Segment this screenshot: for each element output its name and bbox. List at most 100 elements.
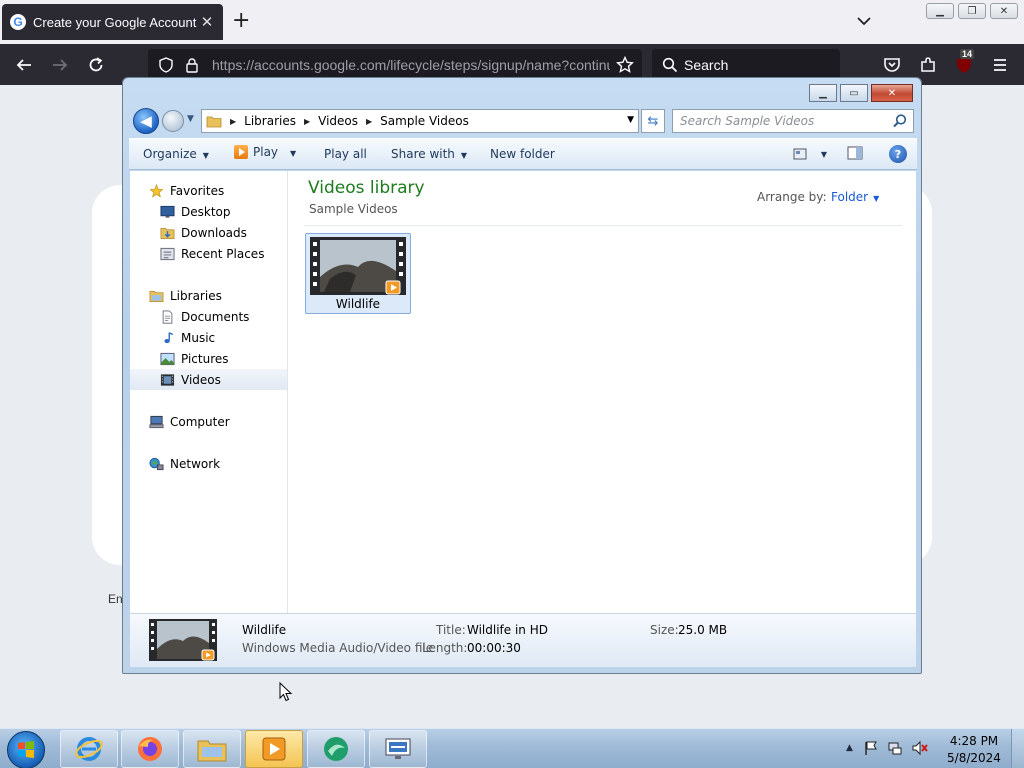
pictures-icon — [160, 352, 175, 365]
nav-item-favorites[interactable]: Favorites — [130, 180, 287, 201]
remote-desktop-icon — [385, 738, 411, 759]
window-controls: ▁ ▭ ✕ — [809, 84, 913, 102]
details-title-value[interactable]: Wildlife in HD — [467, 623, 548, 637]
play-all-button[interactable]: Play all — [324, 147, 367, 161]
search-input[interactable]: Search Sample Videos — [672, 109, 914, 133]
extension-badge: 14 — [960, 49, 975, 59]
close-icon[interactable]: ✕ — [990, 3, 1018, 19]
extensions-icon[interactable] — [917, 54, 939, 76]
nav-item-music[interactable]: Music — [130, 327, 287, 348]
pocket-icon[interactable] — [881, 54, 903, 76]
breadcrumb-videos[interactable]: Videos — [318, 114, 358, 128]
start-button[interactable] — [7, 731, 45, 768]
libraries-icon — [149, 290, 164, 302]
maximize-icon[interactable]: ▭ — [840, 84, 868, 102]
arrange-by-dropdown[interactable]: Folder ▼ — [831, 190, 879, 204]
browser-tab[interactable]: G Create your Google Account ✕ — [2, 4, 223, 40]
firefox-button[interactable] — [121, 730, 179, 768]
chevron-down-icon: ▼ — [873, 194, 880, 203]
back-arrow-icon[interactable] — [13, 54, 35, 76]
taskbar: ▲ 4:28 PM 5/8/2024 — [0, 728, 1024, 768]
menu-icon[interactable] — [989, 54, 1011, 76]
taskbar-clock[interactable]: 4:28 PM 5/8/2024 — [938, 733, 1010, 767]
nav-item-desktop[interactable]: Desktop — [130, 201, 287, 222]
play-button[interactable]: Play ▼ — [234, 145, 296, 159]
app-button[interactable] — [307, 730, 365, 768]
nav-item-network[interactable]: Network — [130, 453, 287, 474]
documents-icon — [162, 309, 173, 324]
internet-explorer-button[interactable] — [60, 730, 118, 768]
speaker-muted-icon[interactable] — [911, 740, 929, 756]
chevron-down-icon: ▼ — [460, 151, 468, 160]
command-bar: Organize ▼ Play ▼ Play all Share with ▼ New… — [129, 138, 917, 170]
restore-icon[interactable]: ❐ — [958, 3, 986, 19]
help-icon[interactable]: ? — [889, 145, 907, 163]
chevron-down-icon[interactable] — [855, 12, 873, 30]
share-with-button[interactable]: Share with ▼ — [391, 147, 467, 161]
page-language-text: En — [108, 592, 123, 606]
clock-time: 4:28 PM — [949, 734, 999, 748]
browser-tab-bar: G Create your Google Account ✕ + ▁ ❐ ✕ — [0, 0, 1024, 44]
forward-arrow-icon[interactable] — [162, 110, 184, 132]
back-arrow-icon[interactable]: ◀ — [133, 108, 159, 134]
refresh-icon[interactable]: ⇆ — [641, 109, 665, 133]
nav-item-videos[interactable]: Videos — [130, 369, 287, 390]
reload-icon[interactable] — [85, 54, 107, 76]
view-icon — [793, 148, 807, 159]
file-name: Wildlife — [335, 297, 381, 311]
recent-pages-icon[interactable]: ▼ — [187, 114, 194, 124]
details-length-label: Length: — [422, 641, 468, 655]
shield-icon[interactable] — [158, 57, 174, 73]
lock-icon[interactable] — [184, 57, 200, 73]
firefox-icon — [138, 737, 162, 761]
close-icon[interactable]: ✕ — [871, 84, 913, 102]
remote-desktop-button[interactable] — [369, 730, 427, 768]
windows-logo-icon — [18, 741, 34, 758]
nav-item-libraries[interactable]: Libraries — [130, 285, 287, 306]
breadcrumb-separator-icon[interactable]: ▶ — [230, 117, 236, 126]
nav-item-computer[interactable]: Computer — [130, 411, 287, 432]
tab-close-icon[interactable]: ✕ — [199, 13, 215, 31]
library-subtitle: Sample Videos — [309, 202, 398, 216]
change-view-button[interactable]: ▼ — [793, 146, 827, 160]
address-bar[interactable]: ▶ Libraries ▶ Videos ▶ Sample Videos ▼ — [201, 109, 639, 133]
file-item-wildlife[interactable]: Wildlife — [305, 233, 411, 314]
breadcrumb-sample-videos[interactable]: Sample Videos — [380, 114, 469, 128]
nav-item-pictures[interactable]: Pictures — [130, 348, 287, 369]
chevron-down-icon: ▼ — [202, 151, 209, 160]
navigation-pane: Favorites Desktop Downloads Recent Place… — [130, 171, 288, 613]
minimize-icon[interactable]: ▁ — [809, 84, 837, 102]
folder-icon — [197, 740, 227, 762]
explorer-body: Favorites Desktop Downloads Recent Place… — [130, 171, 916, 613]
network-status-icon[interactable] — [887, 740, 903, 756]
nav-item-recent-places[interactable]: Recent Places — [130, 243, 287, 264]
minimize-icon[interactable]: ▁ — [926, 3, 954, 19]
show-hidden-icons-icon[interactable]: ▲ — [846, 743, 853, 753]
preview-pane-icon — [847, 146, 863, 160]
new-folder-button[interactable]: New folder — [490, 147, 555, 161]
content-pane: Videos library Sample Videos Arrange by:… — [289, 171, 916, 613]
action-center-flag-icon[interactable] — [863, 740, 879, 756]
chevron-down-icon[interactable]: ▼ — [627, 115, 634, 125]
new-tab-icon[interactable]: + — [232, 10, 250, 32]
preview-pane-button[interactable] — [847, 146, 863, 163]
show-desktop-button[interactable] — [1011, 729, 1024, 768]
breadcrumb-libraries[interactable]: Libraries — [244, 114, 296, 128]
videos-icon — [160, 373, 175, 386]
search-icon[interactable] — [892, 113, 908, 129]
mouse-pointer-icon — [279, 682, 293, 702]
folder-icon — [206, 116, 222, 128]
organize-button[interactable]: Organize ▼ — [143, 147, 209, 161]
breadcrumb-separator-icon[interactable]: ▶ — [366, 117, 372, 126]
breadcrumb-separator-icon[interactable]: ▶ — [304, 117, 310, 126]
windows-explorer-button[interactable] — [183, 730, 241, 768]
nav-item-documents[interactable]: Documents — [130, 306, 287, 327]
bookmark-star-icon[interactable] — [616, 56, 634, 74]
search-icon — [662, 57, 678, 73]
chevron-down-icon: ▼ — [820, 150, 827, 159]
forward-arrow-icon[interactable] — [49, 54, 71, 76]
url-text[interactable]: https://accounts.google.com/lifecycle/st… — [212, 57, 610, 73]
windows-media-player-button[interactable] — [245, 730, 303, 768]
music-icon — [164, 331, 174, 343]
nav-item-downloads[interactable]: Downloads — [130, 222, 287, 243]
